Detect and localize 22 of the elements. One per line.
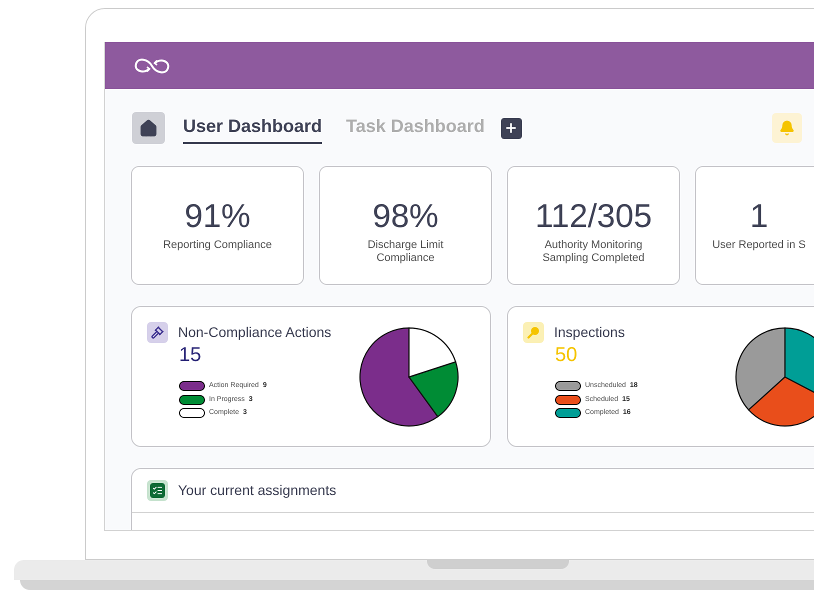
stat-value: 98%: [372, 197, 439, 235]
home-button[interactable]: [132, 112, 165, 144]
card-total: 15: [179, 343, 202, 367]
stat-label: Discharge Limit Compliance: [366, 239, 444, 265]
stat-value: 91%: [184, 197, 251, 235]
card-title: Non-Compliance Actions: [178, 323, 332, 342]
stat-label: User Reported in S: [711, 239, 807, 252]
add-tab-button[interactable]: [500, 118, 522, 138]
plus-icon: [504, 121, 518, 135]
gavel-icon: [147, 322, 168, 343]
stat-value: 112/305: [535, 197, 652, 235]
magnifier-icon: [523, 322, 544, 343]
home-icon: [139, 118, 158, 138]
checklist-icon: [147, 480, 168, 501]
card-title: Your current assignments: [178, 481, 336, 500]
stat-label: Authority Monitoring Sampling Completed: [541, 239, 646, 265]
stat-value: 1: [750, 197, 768, 235]
stat-label: Reporting Compliance: [162, 239, 273, 252]
card-title: Inspections: [554, 323, 625, 342]
dashboard-tab[interactable]: User Dashboard: [183, 112, 322, 144]
bell-icon: [778, 120, 795, 136]
card-total: 50: [555, 343, 578, 367]
